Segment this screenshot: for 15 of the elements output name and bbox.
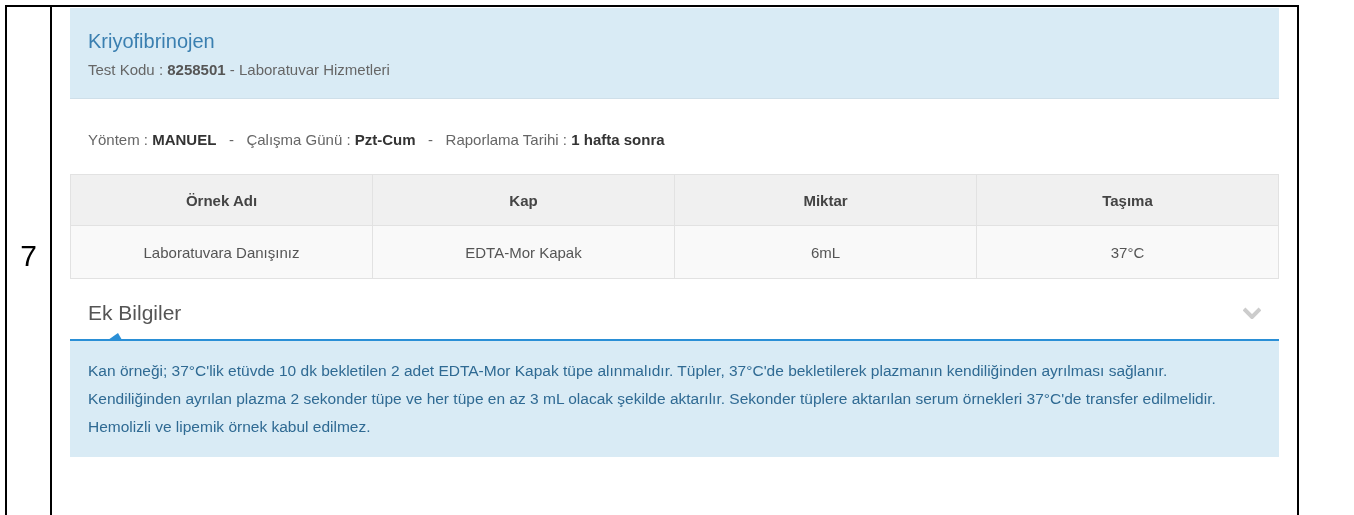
column-header: Örnek Adı (70, 174, 373, 226)
column-header: Miktar (674, 174, 977, 226)
table-cell: EDTA-Mor Kapak (372, 225, 675, 279)
table-cell: 37°C (976, 225, 1279, 279)
column-header: Taşıma (976, 174, 1279, 226)
test-code-text: Test Kodu : 8258501 - Laboratuvar Hizmetleri (88, 61, 391, 78)
info-text: Kan örneği; 37°C'lik etüvde 10 dk bekletilen 2 adet EDTA-Mor Kapak tüpe alınmalıdır. Tüpler, 37°C'de bekletilerek plazmanın kendiliğinden ayrılması sağlanır. Kendiliğinden ayrılan plazma 2 sekonder tüpe ve her tüpe en az 3 mL olacak şekilde aktarılır. Sekonder tüplere aktarılan serum örnekleri 37°C'de transfer edilmelidir. Hemolizli ve lipemik örnek kabul edilmez. (88, 361, 1217, 437)
row-number: 7 (20, 239, 37, 273)
test-title: Kriyofibrinojen (88, 30, 216, 53)
table-cell: Laboratuvara Danışınız (70, 225, 373, 279)
table-cell: 6mL (674, 225, 977, 279)
method-info-text: Yöntem : MANUEL - Çalışma Günü : Pzt-Cum - Raporlama Tarihi : 1 hafta sonra (87, 130, 666, 150)
chevron-down-icon[interactable] (1243, 307, 1261, 319)
section-title[interactable]: Ek Bilgiler (88, 301, 182, 325)
column-header: Kap (372, 174, 675, 226)
